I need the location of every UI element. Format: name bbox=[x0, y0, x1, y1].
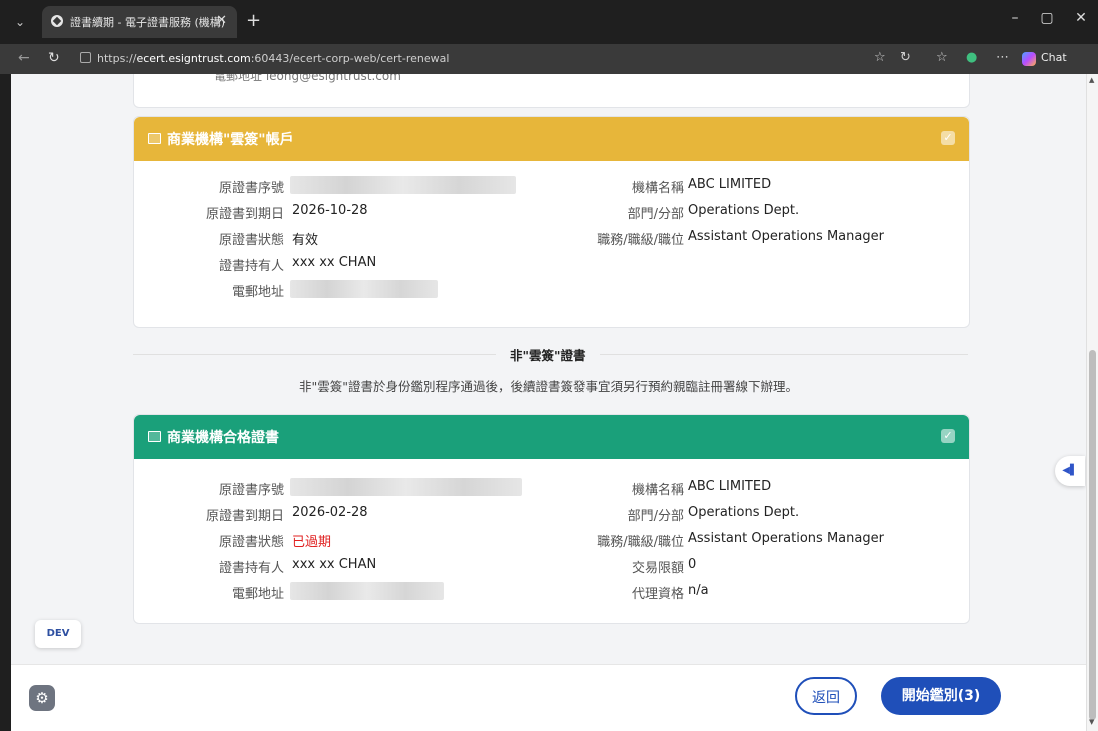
window-close-icon[interactable]: ✕ bbox=[1066, 10, 1096, 26]
field-label: 職務/職級/職位 bbox=[597, 233, 684, 248]
selected-checkbox[interactable]: ✓ bbox=[941, 429, 955, 443]
field-label: 原證書序號 bbox=[218, 483, 284, 498]
refresh-extension-icon[interactable]: ↻ bbox=[900, 50, 911, 65]
status-value: 已過期 bbox=[292, 535, 332, 550]
field-label: 證書持有人 bbox=[218, 259, 284, 274]
field-value: xxx xx CHAN bbox=[292, 255, 377, 270]
minimize-icon[interactable]: – bbox=[1000, 10, 1030, 26]
page-scrollbar[interactable]: ▲ ▼ bbox=[1086, 74, 1098, 731]
card-title: 商業機構合格證書 bbox=[167, 430, 279, 446]
field-label: 機構名稱 bbox=[631, 483, 684, 498]
field-label: 原證書序號 bbox=[218, 181, 284, 196]
field-value: 2026-10-28 bbox=[292, 203, 368, 218]
field-value: Operations Dept. bbox=[688, 505, 800, 520]
settings-gear-icon[interactable]: ⚙ bbox=[29, 685, 55, 711]
tab-close-icon[interactable]: ✕ bbox=[216, 13, 227, 28]
new-tab-icon[interactable]: + bbox=[246, 10, 261, 31]
browser-tab-bar: ⌄ 證書續期 - 電子證書服務 (機構) ✕ + – ▢ ✕ bbox=[0, 0, 1098, 44]
cropped-email-row: 電郵地址 leong@esigntrust.com bbox=[214, 74, 401, 83]
back-arrow-icon[interactable]: ← bbox=[18, 50, 30, 66]
section-divider-label: 非"雲簽"證書 bbox=[496, 345, 600, 364]
side-panel-toggle-icon[interactable]: ◀▌ bbox=[1055, 456, 1085, 486]
action-footer: ⚙ 返回 開始鑑別(3) bbox=[11, 664, 1086, 731]
address-bar: ← ↻ https://ecert.esigntrust.com:60443/e… bbox=[0, 44, 1098, 74]
field-value: 0 bbox=[688, 557, 697, 572]
field-value: Assistant Operations Manager bbox=[688, 531, 884, 546]
page-viewport: 電郵地址 leong@esigntrust.com 商業機構"雲簽"帳戶 ✓ 原… bbox=[11, 74, 1086, 731]
card-header: 商業機構"雲簽"帳戶 ✓ bbox=[134, 117, 969, 161]
card-header: 商業機構合格證書 ✓ bbox=[134, 415, 969, 459]
field-label: 原證書到期日 bbox=[205, 207, 284, 222]
field-label: 原證書狀態 bbox=[218, 233, 284, 248]
previous-section-card: 電郵地址 leong@esigntrust.com bbox=[133, 74, 970, 108]
field-value: Operations Dept. bbox=[688, 203, 800, 218]
field-value: 2026-02-28 bbox=[292, 505, 368, 520]
field-label: 職務/職級/職位 bbox=[597, 535, 684, 550]
field-label: 交易限額 bbox=[631, 561, 684, 576]
id-card-icon bbox=[148, 431, 161, 442]
field-value: ABC LIMITED bbox=[688, 177, 772, 192]
field-label: 代理資格 bbox=[631, 587, 684, 602]
site-favicon-icon bbox=[51, 15, 63, 27]
more-options-icon[interactable]: ⋯ bbox=[996, 50, 1009, 65]
maximize-icon[interactable]: ▢ bbox=[1032, 10, 1062, 26]
profile-icon[interactable]: ● bbox=[966, 50, 977, 65]
section-note: 非"雲簽"證書於身份鑑別程序通過後，後續證書簽發事宜須另行預約親臨註冊署線下辦理… bbox=[298, 379, 798, 394]
field-label: 機構名稱 bbox=[631, 181, 684, 196]
favorite-star-icon[interactable]: ☆ bbox=[874, 50, 886, 65]
field-label: 原證書到期日 bbox=[205, 509, 284, 524]
dev-badge-button[interactable]: DEV bbox=[35, 620, 81, 648]
favorites-icon[interactable]: ☆ bbox=[936, 50, 948, 65]
reload-icon[interactable]: ↻ bbox=[48, 50, 60, 66]
copilot-icon[interactable] bbox=[1022, 52, 1036, 66]
redacted-value bbox=[290, 478, 522, 496]
field-label: 部門/分部 bbox=[627, 509, 684, 524]
field-label: 電郵地址 bbox=[231, 587, 284, 602]
redacted-value bbox=[290, 280, 438, 298]
qualified-certificate-card: 商業機構合格證書 ✓ 原證書序號 原證書到期日 2026-02-28 原證書狀態… bbox=[133, 414, 970, 624]
chat-button[interactable]: Chat bbox=[1041, 51, 1067, 64]
redacted-value bbox=[290, 582, 444, 600]
selected-checkbox[interactable]: ✓ bbox=[941, 131, 955, 145]
scrollbar-thumb[interactable] bbox=[1089, 350, 1096, 720]
scroll-up-arrow-icon[interactable]: ▲ bbox=[1089, 76, 1094, 84]
redacted-value bbox=[290, 176, 516, 194]
url-scheme: https:// bbox=[97, 52, 137, 65]
card-title: 商業機構"雲簽"帳戶 bbox=[167, 132, 294, 148]
field-label: 證書持有人 bbox=[218, 561, 284, 576]
field-value: n/a bbox=[688, 583, 709, 598]
cloud-sign-account-card: 商業機構"雲簽"帳戶 ✓ 原證書序號 原證書到期日 2026-10-28 原證書… bbox=[133, 116, 970, 328]
field-value: ABC LIMITED bbox=[688, 479, 772, 494]
back-button[interactable]: 返回 bbox=[795, 677, 857, 715]
tab-title: 證書續期 - 電子證書服務 (機構) bbox=[70, 16, 226, 29]
url-path: :60443/ecert-corp-web/cert-renewal bbox=[250, 52, 450, 65]
field-label: 原證書狀態 bbox=[218, 535, 284, 550]
status-value: 有效 bbox=[292, 233, 319, 248]
url-field[interactable]: https://ecert.esigntrust.com:60443/ecert… bbox=[80, 49, 860, 69]
browser-tab[interactable]: 證書續期 - 電子證書服務 (機構) ✕ bbox=[42, 6, 237, 38]
field-label: 部門/分部 bbox=[627, 207, 684, 222]
field-label: 電郵地址 bbox=[231, 285, 284, 300]
tab-actions-chevron-icon[interactable]: ⌄ bbox=[9, 12, 31, 32]
site-info-icon[interactable] bbox=[80, 52, 91, 63]
field-value: Assistant Operations Manager bbox=[688, 229, 884, 244]
scroll-down-arrow-icon[interactable]: ▼ bbox=[1089, 718, 1094, 726]
id-card-icon bbox=[148, 133, 161, 144]
start-verification-button[interactable]: 開始鑑別(3) bbox=[881, 677, 1001, 715]
url-host: ecert.esigntrust.com bbox=[136, 52, 251, 65]
field-value: xxx xx CHAN bbox=[292, 557, 377, 572]
